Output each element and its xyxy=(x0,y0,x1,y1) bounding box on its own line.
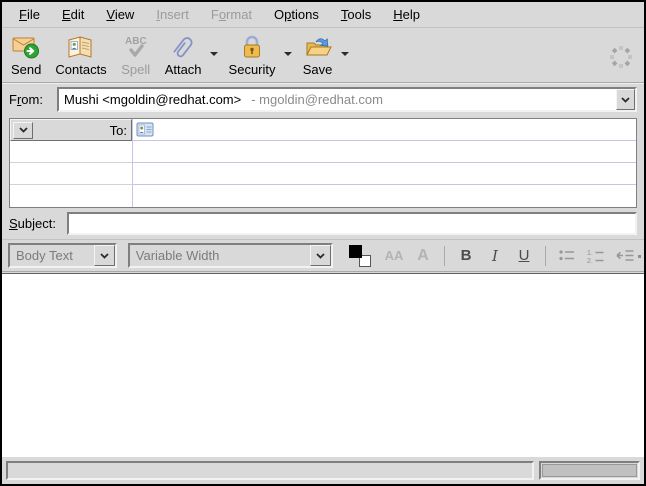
contact-card-icon xyxy=(136,122,154,137)
compose-window: File Edit View Insert Format Options Too… xyxy=(0,0,646,486)
numbered-list-button[interactable]: 1. 2. xyxy=(583,244,609,268)
spell-label: Spell xyxy=(121,62,150,77)
from-identity-combobox[interactable]: Mushi <mgoldin@redhat.com> - mgoldin@red… xyxy=(57,87,637,112)
send-button[interactable]: Send xyxy=(4,30,48,81)
contacts-button[interactable]: Contacts xyxy=(48,30,113,81)
recipient-type-dropdown-arrow[interactable] xyxy=(13,122,33,139)
main-toolbar: Send Contacts ABC xyxy=(2,28,644,83)
address-book-icon xyxy=(66,33,96,61)
save-dropdown-arrow[interactable] xyxy=(340,52,350,56)
font-combobox[interactable]: Variable Width xyxy=(128,243,334,268)
decrease-font-size-button[interactable]: AA xyxy=(381,244,407,268)
svg-text:2.: 2. xyxy=(587,258,593,264)
svg-text:1.: 1. xyxy=(587,250,593,257)
menu-file[interactable]: File xyxy=(8,4,51,25)
recipient-row: To: xyxy=(10,119,636,141)
padlock-icon xyxy=(240,33,264,61)
text-color-picker[interactable] xyxy=(348,245,372,267)
empty-recipient-row[interactable] xyxy=(10,163,636,185)
send-label: Send xyxy=(11,62,41,77)
paperclip-icon xyxy=(170,33,196,61)
subject-row: Subject: xyxy=(2,208,644,239)
menu-edit[interactable]: Edit xyxy=(51,4,95,25)
status-text-panel xyxy=(6,461,534,480)
separator xyxy=(444,246,445,266)
contacts-label: Contacts xyxy=(55,62,106,77)
send-envelope-icon xyxy=(12,33,40,61)
format-toolbar: Body Text Variable Width AA A B I U xyxy=(2,239,644,272)
from-identity-value: Mushi <mgoldin@redhat.com> xyxy=(64,92,241,107)
menu-help[interactable]: Help xyxy=(382,4,431,25)
from-row: From: Mushi <mgoldin@redhat.com> - mgold… xyxy=(2,83,644,116)
bold-button[interactable]: B xyxy=(453,244,479,268)
subject-label: Subject: xyxy=(9,216,67,231)
toolbar-overflow-indicator xyxy=(638,255,641,258)
foreground-color-swatch xyxy=(349,245,362,258)
menu-insert[interactable]: Insert xyxy=(145,4,200,25)
recipient-type-selector[interactable]: To: xyxy=(10,119,132,141)
security-dropdown-arrow[interactable] xyxy=(283,52,293,56)
attach-button[interactable]: Attach xyxy=(158,30,209,81)
message-body-editor[interactable] xyxy=(2,273,644,457)
increase-font-size-button[interactable]: A xyxy=(410,244,436,268)
italic-button[interactable]: I xyxy=(482,244,508,268)
recipient-address-input[interactable] xyxy=(132,119,636,141)
empty-recipient-row[interactable] xyxy=(10,185,636,207)
subject-input[interactable] xyxy=(67,212,637,235)
save-button[interactable]: Save xyxy=(296,30,340,81)
paragraph-style-arrow[interactable] xyxy=(94,245,115,266)
menu-format[interactable]: Format xyxy=(200,4,263,25)
recipient-type-label: To: xyxy=(110,123,127,138)
spell-check-icon: ABC xyxy=(122,33,150,61)
addressing-widget: To: xyxy=(9,118,637,208)
security-label: Security xyxy=(229,62,276,77)
paragraph-style-value: Body Text xyxy=(16,248,73,263)
from-identity-secondary: - mgoldin@redhat.com xyxy=(251,92,383,107)
from-label: From: xyxy=(9,92,57,107)
attach-dropdown-arrow[interactable] xyxy=(209,52,219,56)
security-button[interactable]: Security xyxy=(222,30,283,81)
underline-button[interactable]: U xyxy=(511,244,537,268)
progress-bar-chunk xyxy=(542,464,637,477)
bullet-list-button[interactable] xyxy=(554,244,580,268)
font-value: Variable Width xyxy=(136,248,220,263)
activity-throbber-icon xyxy=(608,44,634,70)
attach-label: Attach xyxy=(165,62,202,77)
save-label: Save xyxy=(303,62,333,77)
statusbar xyxy=(2,457,644,484)
spell-button[interactable]: ABC Spell xyxy=(114,30,158,81)
outdent-button[interactable] xyxy=(612,244,638,268)
font-combo-arrow[interactable] xyxy=(310,245,331,266)
separator xyxy=(545,246,546,266)
save-folder-icon xyxy=(303,33,333,61)
menu-view[interactable]: View xyxy=(95,4,145,25)
menu-tools[interactable]: Tools xyxy=(330,4,382,25)
progress-bar xyxy=(539,461,640,480)
from-combo-arrow[interactable] xyxy=(616,89,635,110)
paragraph-style-combobox[interactable]: Body Text xyxy=(8,243,117,268)
menubar: File Edit View Insert Format Options Too… xyxy=(2,2,644,28)
empty-recipient-row[interactable] xyxy=(10,141,636,163)
menu-options[interactable]: Options xyxy=(263,4,330,25)
